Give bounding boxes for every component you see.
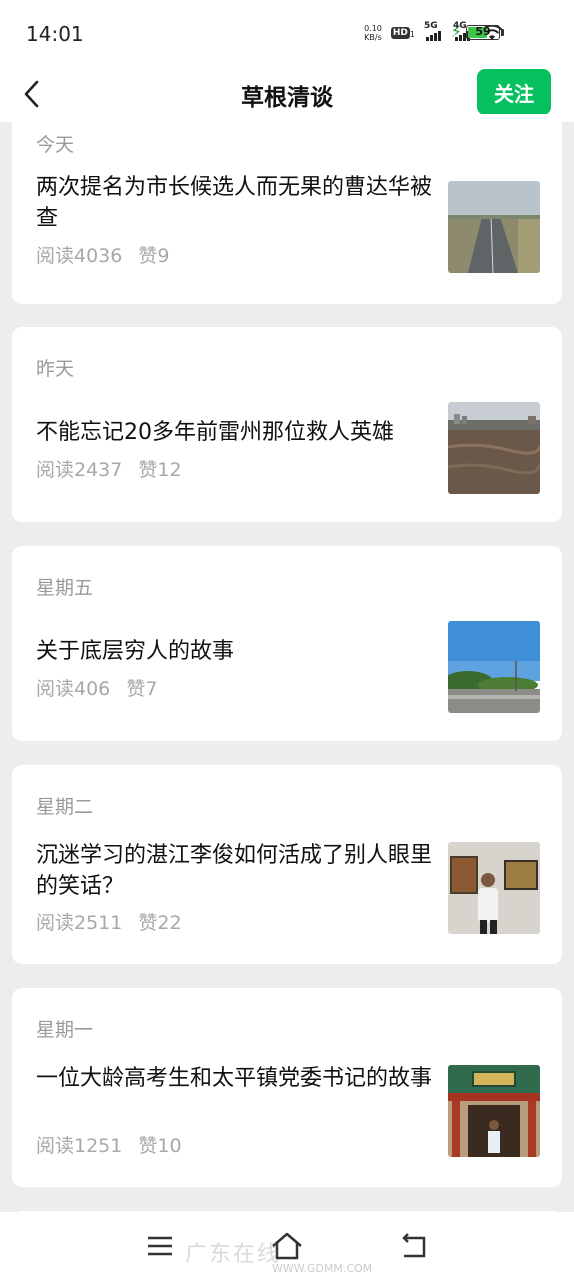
status-time: 14:01 bbox=[26, 22, 84, 46]
read-count: 阅读4036 bbox=[36, 245, 123, 267]
home-button[interactable] bbox=[267, 1226, 307, 1266]
read-count: 阅读2511 bbox=[36, 912, 123, 934]
system-nav-bar bbox=[0, 1212, 574, 1280]
signal-5g-icon: 5G bbox=[424, 21, 444, 41]
article-thumbnail[interactable] bbox=[448, 842, 540, 934]
article-card[interactable]: 星期五 关于底层穷人的故事 阅读406 赞7 bbox=[12, 546, 562, 741]
article-title[interactable]: 一位大龄高考生和太平镇党委书记的故事 bbox=[36, 1063, 436, 1094]
network-speed: 0.10 KB/s bbox=[364, 24, 382, 42]
like-count: 赞12 bbox=[138, 459, 182, 481]
status-bar: 14:01 0.10 KB/s HD 1 5G 4G ⚡ 59 bbox=[0, 0, 574, 66]
article-date: 星期二 bbox=[36, 796, 94, 818]
article-card[interactable]: 星期二 沉迷学习的湛江李俊如何活成了别人眼里的笑话？ 阅读2511 赞22 bbox=[12, 765, 562, 964]
menu-button[interactable] bbox=[140, 1226, 180, 1266]
menu-icon bbox=[148, 1236, 172, 1256]
article-thumbnail[interactable] bbox=[448, 1065, 540, 1157]
article-thumbnail[interactable] bbox=[448, 621, 540, 713]
like-count: 赞7 bbox=[126, 678, 158, 700]
return-icon bbox=[402, 1233, 426, 1258]
back-system-button[interactable] bbox=[394, 1226, 434, 1266]
article-title[interactable]: 两次提名为市长候选人而无果的曹达华被查 bbox=[36, 172, 436, 234]
hd-icon: HD 1 bbox=[390, 27, 415, 39]
article-title[interactable]: 关于底层穷人的故事 bbox=[36, 636, 436, 667]
article-stats: 阅读2437 赞12 bbox=[36, 455, 192, 482]
article-stats: 阅读1251 赞10 bbox=[36, 1131, 192, 1158]
article-date: 星期五 bbox=[36, 577, 94, 599]
like-count: 赞10 bbox=[138, 1135, 182, 1157]
battery-icon: 59 bbox=[466, 25, 500, 40]
article-stats: 阅读2511 赞22 bbox=[36, 908, 192, 935]
article-date: 昨天 bbox=[36, 358, 75, 380]
charging-icon: ⚡ bbox=[450, 22, 462, 41]
read-count: 阅读2437 bbox=[36, 459, 123, 481]
read-count: 阅读1251 bbox=[36, 1135, 123, 1157]
article-card[interactable]: 昨天 不能忘记20多年前雷州那位救人英雄 阅读2437 赞12 bbox=[12, 327, 562, 522]
read-count: 阅读406 bbox=[36, 678, 111, 700]
article-thumbnail[interactable] bbox=[448, 402, 540, 494]
article-date: 今天 bbox=[36, 134, 75, 156]
article-card[interactable]: 星期一 一位大龄高考生和太平镇党委书记的故事 阅读1251 赞10 bbox=[12, 988, 562, 1187]
article-title[interactable]: 沉迷学习的湛江李俊如何活成了别人眼里的笑话？ bbox=[36, 840, 436, 902]
article-stats: 阅读4036 赞9 bbox=[36, 241, 180, 268]
article-stats: 阅读406 赞7 bbox=[36, 674, 167, 701]
like-count: 赞9 bbox=[138, 245, 170, 267]
follow-button[interactable]: 关注 bbox=[477, 69, 551, 115]
article-date: 星期一 bbox=[36, 1019, 94, 1041]
article-title[interactable]: 不能忘记20多年前雷州那位救人英雄 bbox=[36, 417, 436, 448]
article-card[interactable]: 今天 两次提名为市长候选人而无果的曹达华被查 阅读4036 赞9 bbox=[12, 114, 562, 304]
article-thumbnail[interactable] bbox=[448, 181, 540, 273]
like-count: 赞22 bbox=[138, 912, 182, 934]
home-icon bbox=[272, 1232, 302, 1260]
